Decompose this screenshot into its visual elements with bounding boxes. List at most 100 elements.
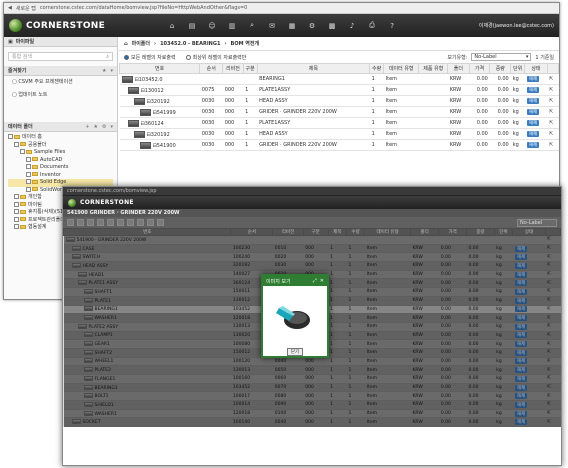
expand-toggle-icon[interactable] <box>26 164 31 169</box>
column-header[interactable]: 단위 <box>493 228 514 236</box>
star-icon[interactable]: ★ <box>94 124 98 130</box>
open-external-icon[interactable]: ⇱ <box>547 281 551 286</box>
open-external-icon[interactable]: ⇱ <box>547 402 551 407</box>
part-thumbnail-icon[interactable] <box>83 393 93 399</box>
expand-toggle-icon[interactable] <box>14 194 19 199</box>
table-row[interactable]: HEAD ASSY 320192 0030 000 1 1 Item KRW 0.00 0.00 k… <box>63 261 561 271</box>
part-thumbnail-icon[interactable] <box>83 358 93 364</box>
search-input[interactable]: 통합 검색 ⌕ <box>8 52 113 61</box>
part-thumbnail-icon[interactable] <box>139 108 151 116</box>
column-header[interactable]: 상태 <box>524 63 548 74</box>
grid-icon[interactable]: ▩ <box>325 20 339 32</box>
column-header[interactable]: 데이터 유형 <box>364 228 411 236</box>
expand-toggle-icon[interactable] <box>20 149 25 154</box>
table-row[interactable]: ⊟320192 0030 000 1 HEAD ASSY 1 Item KRW 0.00 0.00… <box>119 95 559 107</box>
url-text[interactable]: cornerstone.cstec.com/bomview.jsp <box>67 188 157 194</box>
part-thumbnail-icon[interactable] <box>77 323 87 329</box>
address-bar[interactable]: ◀ 새로운 탭 cornerstone.cstec.com/dataHome/b… <box>4 3 559 14</box>
part-thumbnail-icon[interactable] <box>77 271 87 277</box>
open-external-icon[interactable]: ⇱ <box>547 342 551 347</box>
part-thumbnail-icon[interactable] <box>83 367 93 373</box>
column-header[interactable]: 가격 <box>468 63 491 74</box>
open-external-icon[interactable]: ⇱ <box>547 307 551 312</box>
user-name[interactable]: 이재경(jaewon.lee@cstec.com) <box>479 22 554 29</box>
open-external-icon[interactable]: ⇱ <box>547 298 551 303</box>
part-thumbnail-icon[interactable] <box>83 401 93 407</box>
toolbar-button[interactable] <box>97 219 104 226</box>
open-external-icon[interactable]: ⇱ <box>547 368 551 373</box>
new-folder-icon[interactable]: + <box>85 124 89 130</box>
open-external-icon[interactable]: ⇱ <box>547 333 551 338</box>
open-external-icon[interactable]: ⇱ <box>547 246 551 251</box>
open-external-icon[interactable]: ⇱ <box>549 109 553 115</box>
favorite-item[interactable]: ▢ 업데이트 노트 <box>4 89 117 102</box>
open-external-icon[interactable]: ⇱ <box>549 98 553 104</box>
part-thumbnail-icon[interactable] <box>83 306 93 312</box>
table-row[interactable]: WASHER1 120018 0100 000 1 1 Item KRW 0.00 0.00 kg 해… <box>63 409 561 419</box>
expand-toggle-icon[interactable] <box>26 156 31 162</box>
users-icon[interactable]: ☺ <box>205 20 219 32</box>
view-type-select[interactable]: No-Label <box>517 218 557 227</box>
table-row[interactable]: WHEEL1 100120 0040 000 1 1 Item KRW 0.00 0.00 kg 해제… <box>63 357 561 367</box>
part-thumbnail-icon[interactable] <box>83 375 93 381</box>
column-header[interactable]: 상태 <box>512 228 546 236</box>
part-thumbnail-icon[interactable] <box>83 341 93 347</box>
part-thumbnail-icon[interactable] <box>71 262 81 268</box>
expand-toggle-icon[interactable] <box>26 186 31 192</box>
search-icon[interactable]: ⌕ <box>245 20 259 32</box>
toolbar-button[interactable] <box>157 219 164 226</box>
column-header[interactable]: 구분 <box>242 63 258 74</box>
open-external-icon[interactable]: ⇱ <box>547 255 551 260</box>
column-header[interactable]: 단위 <box>510 63 526 74</box>
part-thumbnail-icon[interactable] <box>83 288 93 294</box>
table-row[interactable]: ⊟360124 0030 000 1 PLATE1ASSY 1 Item KRW 0.00 0.0… <box>119 117 559 129</box>
open-external-icon[interactable]: ⇱ <box>547 237 551 242</box>
table-row[interactable]: ⊟130012 0075 000 1 PLATE1ASSY 1 Item KRW 0.00 0.0… <box>119 84 559 96</box>
expand-toggle-icon[interactable] <box>8 134 13 139</box>
open-external-icon[interactable]: ⇱ <box>547 263 551 268</box>
column-header[interactable]: 리비전 <box>272 228 304 236</box>
column-header[interactable]: 중량 <box>466 228 495 236</box>
table-row[interactable]: FLANGE1 100160 0060 000 1 1 Item KRW 0.00 0.00 kg 해… <box>63 374 561 384</box>
part-thumbnail-icon[interactable] <box>83 315 93 321</box>
folder-tree-item[interactable]: 공용폴더 <box>8 141 113 150</box>
table-row[interactable]: SHIELD1 100014 0090 000 1 1 Item KRW 0.00 0.00 kg 해… <box>63 400 561 410</box>
home-icon[interactable]: ⌂ <box>165 20 179 32</box>
open-external-icon[interactable]: ⇱ <box>547 359 551 364</box>
column-header[interactable]: 중량 <box>489 63 512 74</box>
folder-tree-item[interactable]: Documents <box>8 164 113 172</box>
part-thumbnail-icon[interactable] <box>121 75 133 83</box>
column-header[interactable]: 순서 <box>230 228 274 236</box>
expand-toggle-icon[interactable] <box>14 224 19 229</box>
column-header[interactable]: 번호 <box>118 63 201 74</box>
expand-icon[interactable]: ⤢ <box>313 278 317 284</box>
back-icon[interactable]: ◀ <box>8 5 12 11</box>
url-text[interactable]: cornerstone.cstec.com/dataHome/bomview.j… <box>40 5 248 11</box>
part-thumbnail-icon[interactable] <box>83 384 93 390</box>
column-header[interactable]: 번호 <box>63 228 232 236</box>
table-row[interactable]: SWITCH 100240 0020 000 1 1 Item KRW 0.00 0.00 kg 해제… <box>63 252 561 263</box>
star-icon[interactable]: ★ <box>102 68 106 74</box>
column-header[interactable]: 수량 <box>369 63 385 74</box>
column-header[interactable]: 리비전 <box>222 63 244 74</box>
folder-tree-item[interactable]: AutoCAD <box>8 156 113 165</box>
logo[interactable]: CORNERSTONE <box>68 198 134 207</box>
radio-top-level[interactable]: 최상위 레벨의 자료출력만 <box>185 54 246 61</box>
expand-toggle-icon[interactable] <box>14 216 19 222</box>
expand-toggle-icon[interactable] <box>14 209 19 214</box>
part-thumbnail-icon[interactable] <box>71 419 81 425</box>
column-header[interactable]: 제품 유형 <box>418 63 449 74</box>
column-header[interactable]: 수량 <box>345 228 366 236</box>
open-external-icon[interactable]: ⇱ <box>549 76 553 82</box>
column-header[interactable]: 폴더 <box>447 63 470 74</box>
breadcrumb-item[interactable]: 103452.0 - BEARING1 <box>160 41 220 47</box>
calendar-icon[interactable]: ▦ <box>285 20 299 32</box>
expand-toggle-icon[interactable] <box>26 171 31 177</box>
logo[interactable]: CORNERSTONE <box>9 19 105 32</box>
folder-icon[interactable]: ▤ <box>185 20 199 32</box>
favorites-header[interactable]: 즐겨찾기 ★ ▾ <box>4 66 117 76</box>
mail-icon[interactable]: ✉ <box>265 20 279 32</box>
open-external-icon[interactable]: ⇱ <box>547 411 551 416</box>
open-external-icon[interactable]: ⇱ <box>549 120 553 126</box>
toolbar-button[interactable] <box>127 219 134 226</box>
